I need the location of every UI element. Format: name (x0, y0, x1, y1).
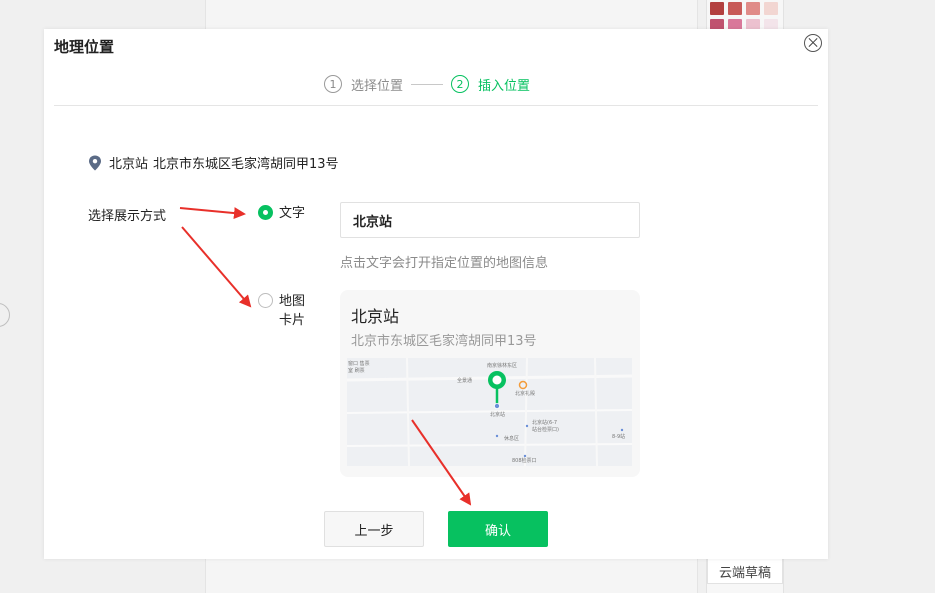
map-label: 南京徐林东区 (487, 362, 517, 369)
step-select-location[interactable]: 1 选择位置 (324, 75, 403, 94)
map-label: 站台检票口) (532, 426, 559, 433)
step-connector (411, 83, 444, 85)
confirm-button[interactable]: 确认 (448, 511, 548, 547)
map-label: 8-9站 (612, 433, 625, 440)
map-label: 北京礼殿 (515, 390, 535, 397)
map-pin-icon (89, 155, 101, 170)
color-swatch[interactable] (710, 2, 724, 15)
map-label: 窗口 售票 (348, 360, 370, 367)
dialog-title: 地理位置 (54, 38, 115, 56)
header-divider (54, 105, 818, 106)
map-label: 北京站 (490, 411, 505, 418)
map-card-preview: 北京站 北京市东城区毛家湾胡同甲13号 窗口 售票 室 刷票 南京徐林东区 全景… (340, 290, 640, 477)
close-icon[interactable]: ⨉ (804, 34, 822, 52)
map-label: 808检票口 (512, 457, 537, 464)
radio-label: 地图 卡片 (279, 294, 306, 328)
color-swatch[interactable] (764, 2, 778, 15)
hint-text: 点击文字会打开指定位置的地图信息 (340, 256, 549, 271)
display-text-input[interactable] (340, 202, 640, 238)
location-address: 北京市东城区毛家湾胡同甲13号 (153, 157, 339, 172)
display-mode-label: 选择展示方式 (88, 209, 167, 224)
step-indicator: 1 选择位置 2 插入位置 (324, 74, 530, 94)
radio-text-mode[interactable]: 文字 (258, 204, 305, 223)
map-label: 休息区 (504, 435, 519, 442)
step-label: 选择位置 (351, 78, 404, 94)
step-label: 插入位置 (478, 78, 531, 94)
map-label: 室 刷票 (348, 367, 365, 374)
selected-location: 北京站 北京市东城区毛家湾胡同甲13号 (88, 153, 339, 172)
color-swatch[interactable] (728, 2, 742, 15)
step-insert-location: 2 插入位置 (451, 75, 530, 94)
radio-label: 文字 (279, 206, 306, 221)
map-label: 北京站(6-7 (532, 419, 557, 426)
cloud-draft-button[interactable]: 云端草稿 (707, 558, 783, 584)
map-label: 全景通 (457, 377, 472, 384)
radio-unchecked-icon[interactable] (258, 293, 273, 308)
step-number: 2 (451, 75, 470, 93)
card-location-name: 北京站 (351, 307, 400, 326)
color-swatch[interactable] (746, 2, 760, 15)
map-thumbnail: 窗口 售票 室 刷票 南京徐林东区 全景通 北京站 北京站(6-7 站台检票口)… (347, 358, 632, 466)
radio-checked-icon[interactable] (258, 205, 273, 220)
radio-map-card-mode[interactable]: 地图 卡片 (258, 292, 305, 330)
location-name: 北京站 (109, 157, 149, 172)
color-swatches (710, 2, 778, 32)
previous-step-button[interactable]: 上一步 (324, 511, 424, 547)
location-dialog: 地理位置 ⨉ 1 选择位置 2 插入位置 北京站 北京市东城区毛家湾胡同甲13号… (44, 29, 828, 559)
step-number: 1 (324, 75, 342, 93)
card-location-address: 北京市东城区毛家湾胡同甲13号 (351, 334, 537, 349)
